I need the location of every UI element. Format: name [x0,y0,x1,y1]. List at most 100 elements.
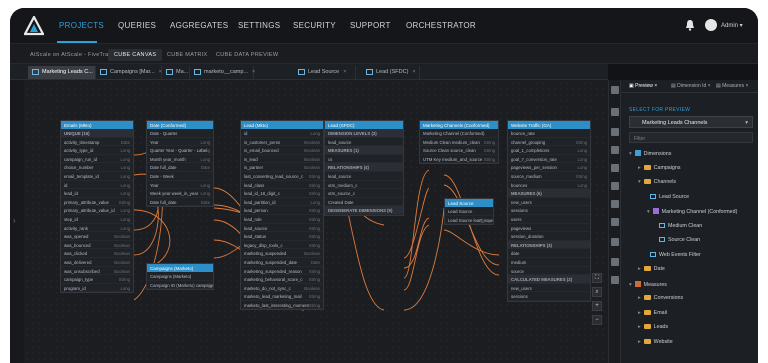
nav-aggregates[interactable]: AGGREGATES [170,21,228,30]
info-icon[interactable] [611,258,619,266]
dataset-card-title[interactable]: Lead Source [445,199,493,207]
card-field-row[interactable]: goal_1_completions Long [508,146,590,155]
card-field-row[interactable]: source [508,267,590,276]
tree-item[interactable]: ▸ Email [638,309,667,316]
card-field-row[interactable]: Lead Source lead_source String [445,216,493,225]
card-field-row[interactable]: was_clicked Boolean [61,249,133,258]
grid-icon[interactable] [611,200,619,208]
chevron-down-icon[interactable]: ▾ [647,209,650,215]
tree-item[interactable]: Web Events Filter [647,251,701,258]
dimension-panel-icon[interactable] [611,108,619,116]
dataset-card-title[interactable]: Date (Conformed) [147,121,213,129]
card-field-row[interactable]: last_converting_lead_source_c String [241,172,323,181]
table-icon[interactable] [611,182,619,190]
nav-queries[interactable]: QUERIES [118,21,156,30]
card-field-row[interactable]: was_delivered Boolean [61,258,133,267]
chevron-down-icon[interactable]: ▾ [638,179,641,185]
card-field-row[interactable]: UTM Key medium_and_source String [420,155,498,164]
dataset-card[interactable]: Lead Source Lead Source Lead Source lead_s… [444,198,494,226]
doctab-lead-sfdc[interactable]: Lead (SFDC) × [362,66,420,79]
card-field-row[interactable]: new_users [508,198,590,207]
card-field-row[interactable]: Medium Clean medium_clean String [420,138,498,147]
card-field-row[interactable]: date [508,249,590,258]
tree-item[interactable]: Source Clean [656,237,700,243]
doctab-ma[interactable]: Ma... [162,66,190,79]
chevron-right-icon[interactable]: ▸ [638,295,641,301]
card-field-row[interactable]: lead_person String [241,206,323,215]
card-field-row[interactable]: primary_attribute_value_id Long [61,206,133,215]
cube-canvas[interactable]: Emails (Mkto) UNIQUE (16) activity_timesta… [24,80,608,363]
card-field-row[interactable]: lead_class String [241,181,323,190]
eye-icon[interactable] [611,128,619,136]
card-field-row[interactable]: Week year week_in_year Long [147,189,213,198]
tree-item[interactable]: Lead Source [647,193,689,200]
tab-dimension[interactable]: ▤ Dimension Id × [671,83,711,89]
zoom-out-icon[interactable]: − [592,315,602,325]
card-field-row[interactable]: is_partner Boolean [241,163,323,172]
card-field-row[interactable]: bounce_rate [508,129,590,138]
card-field-row[interactable]: marketo_lead_marketing_mail String [241,292,323,301]
bell-icon[interactable] [685,19,695,31]
chevron-right-icon[interactable]: › [13,216,16,225]
card-field-row[interactable]: id Long [241,129,323,138]
card-field-row[interactable]: email_template_id Long [61,172,133,181]
dataset-card[interactable]: Campaigns (Marketo) Campaigns (Marketo) Ca… [146,263,214,291]
nav-settings[interactable]: SETTINGS [238,21,280,30]
card-field-row[interactable]: was_bounced Boolean [61,241,133,250]
card-field-row[interactable]: primary_attribute_value String [61,198,133,207]
card-field-row[interactable]: choice_number Long [61,163,133,172]
dataset-card-title[interactable]: Lead (SFDC) [325,121,403,129]
dataset-card[interactable]: Date (Conformed) Date - Quarter Year Long Qu… [146,120,214,208]
card-field-row[interactable]: cs [325,155,403,164]
card-field-row[interactable]: Month year_month Long [147,155,213,164]
card-field-row[interactable]: Campaigns (Marketo) [147,272,213,281]
card-field-row[interactable]: program_id Long [61,284,133,293]
atscale-logo-icon[interactable] [24,16,44,36]
card-section-header[interactable]: DIMENSION LEVELS (3) [325,129,403,138]
card-field-row[interactable]: sessions [508,292,590,301]
nav-support[interactable]: SUPPORT [350,21,391,30]
card-field-row[interactable]: session_duration [508,232,590,241]
chart-icon[interactable] [611,276,619,284]
chevron-right-icon[interactable]: ▸ [638,324,641,330]
card-field-row[interactable]: lead_partition_id Long [241,198,323,207]
close-icon[interactable]: × [252,69,255,75]
dataset-card-title[interactable]: Campaigns (Marketo) [147,264,213,272]
close-icon[interactable]: × [343,69,346,75]
card-field-row[interactable]: utm_medium_c [325,181,403,190]
project-name[interactable]: AtScale on AtScale - FiveTran [24,49,118,61]
dataset-card[interactable]: Emails (Mkto) UNIQUE (16) activity_timesta… [60,120,134,294]
card-field-row[interactable]: source_medium String [508,172,590,181]
card-field-row[interactable]: Created Date [325,198,403,207]
card-field-row[interactable]: pageviews [508,224,590,233]
card-field-row[interactable]: is_email_bounced Boolean [241,146,323,155]
card-field-row[interactable]: lead_source [325,172,403,181]
fit-view-icon[interactable]: ⛶ [592,273,602,283]
card-section-header[interactable]: RELATIONSHIPS (3) [508,240,590,250]
card-field-row[interactable]: Date - Quarter [147,129,213,138]
card-field-row[interactable]: Lead Source [445,207,493,216]
card-field-row[interactable]: bounces Long [508,181,590,190]
card-field-row[interactable]: marketo_do_not_sync_c Boolean [241,284,323,293]
card-field-row[interactable]: activity_type_id Long [61,146,133,155]
card-field-row[interactable]: marketing_suspended_date Date [241,258,323,267]
card-field-row[interactable]: users [508,215,590,224]
card-field-row[interactable]: new_users [508,284,590,293]
card-section-header[interactable]: UNIQUE (16) [61,129,133,138]
tab-measures[interactable]: ▤ Measures × [716,83,748,89]
card-field-row[interactable]: Marketing Channel (Conformed) [420,129,498,138]
nav-security[interactable]: SECURITY [293,21,336,30]
chevron-right-icon[interactable]: ▸ [638,310,641,316]
dataset-card-title[interactable]: Website Traffic (GA) [508,121,590,129]
cube-icon[interactable] [611,218,619,226]
card-field-row[interactable]: medium [508,258,590,267]
tab-cube-canvas[interactable]: CUBE CANVAS [108,49,163,61]
card-field-row[interactable]: activity_timestamp Date [61,138,133,147]
close-icon[interactable]: × [412,69,415,75]
dataset-card[interactable]: Lead (Mkto) id Long is_customer_persn Boolea… [240,120,324,311]
dataset-card[interactable]: Lead (SFDC) DIMENSION LEVELS (3) lead_sour… [324,120,404,216]
card-field-row[interactable]: goal_7_conversion_rate Long [508,155,590,164]
card-field-row[interactable]: lead_id_18_digit_c String [241,189,323,198]
card-field-row[interactable]: marketing_behavioral_score_c String [241,275,323,284]
nav-projects[interactable]: PROJECTS [59,21,104,30]
